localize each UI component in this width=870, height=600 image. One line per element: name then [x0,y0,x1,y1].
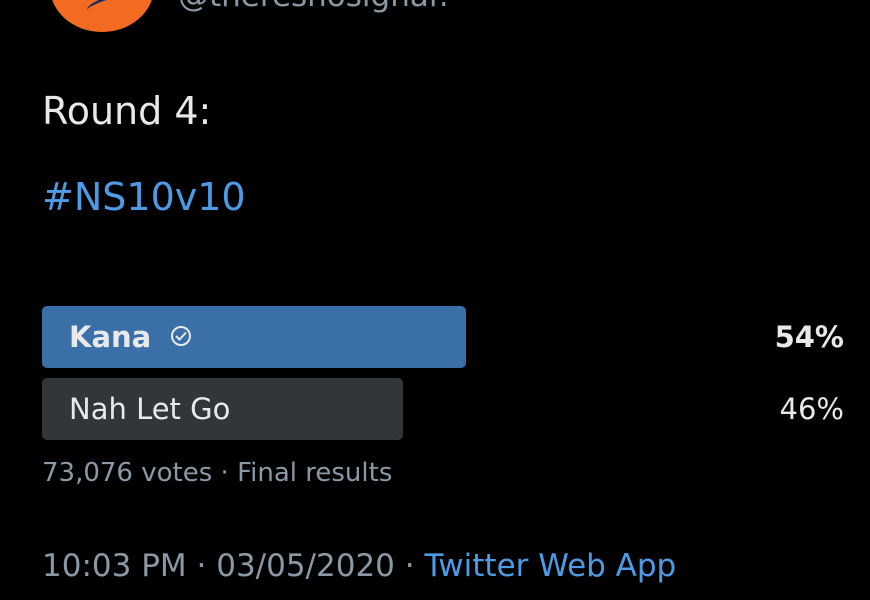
poll-option-text: Kana [69,320,152,354]
poll-option-label: Nah Let Go [69,392,231,426]
avatar[interactable] [50,0,154,32]
separator: · [404,548,415,584]
poll-option-percent: 54% [774,320,844,354]
hashtag-link[interactable]: #NS10v10 [42,174,246,220]
check-circle-icon [171,326,192,346]
tweet-timestamp: 10:03 PM · 03/05/2020 · Twitter Web App [42,546,676,586]
poll-option-label: Kana [69,306,192,368]
poll-separator: · [220,458,229,488]
user-handle[interactable]: @theresnosignal! [178,0,450,14]
source-link[interactable]: Twitter Web App [424,548,676,584]
tweet-time[interactable]: 10:03 PM [42,548,187,584]
poll-option-percent: 46% [779,392,844,426]
tweet-date[interactable]: 03/05/2020 [216,548,395,584]
poll-option-nah-let-go: Nah Let Go 46% [42,378,844,440]
tweet-text: Round 4: [42,89,212,133]
avatar-logo-swoosh [85,0,135,17]
poll-votes: 73,076 votes [42,458,213,488]
poll-status: Final results [237,458,393,488]
poll-meta: 73,076 votes · Final results [42,456,392,490]
poll-option-kana: Kana 54% [42,306,844,368]
separator: · [196,548,207,584]
